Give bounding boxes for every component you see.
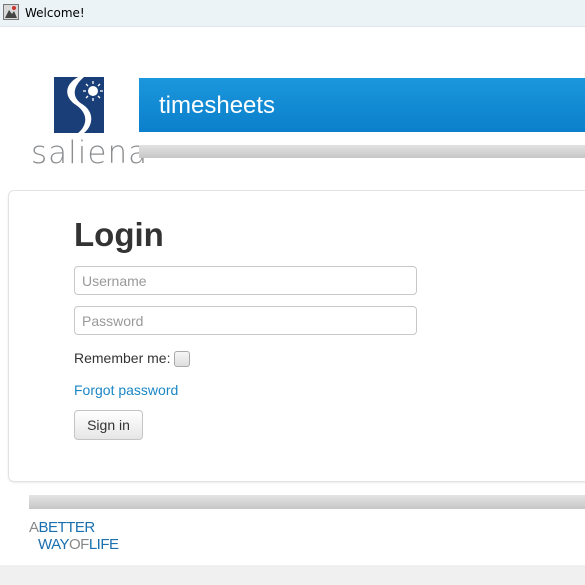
login-heading: Login <box>74 216 164 253</box>
bottom-band <box>0 565 585 585</box>
app-icon <box>3 4 19 20</box>
username-input[interactable] <box>74 266 417 295</box>
footer-shadow <box>29 495 585 509</box>
banner-title: timesheets <box>159 92 276 119</box>
forgot-password-link[interactable]: Forgot password <box>74 382 178 398</box>
remember-me-label: Remember me: <box>74 350 171 366</box>
window-titlebar: Welcome! <box>0 0 585 27</box>
window-title: Welcome! <box>25 6 85 20</box>
logo-wordmark: saliena <box>31 135 149 171</box>
sign-in-button[interactable]: Sign in <box>74 410 143 440</box>
saliena-logo-icon <box>54 77 104 133</box>
remember-me-checkbox[interactable] <box>174 351 190 367</box>
password-input[interactable] <box>74 306 417 335</box>
tagline-line-2: WAYOFLIFE <box>38 536 119 553</box>
tagline-line-1: ABETTER <box>29 519 95 536</box>
banner-shadow <box>139 145 585 158</box>
app-banner: timesheets <box>139 78 585 132</box>
tagline-logo: ABETTER WAYOFLIFE <box>29 519 119 553</box>
